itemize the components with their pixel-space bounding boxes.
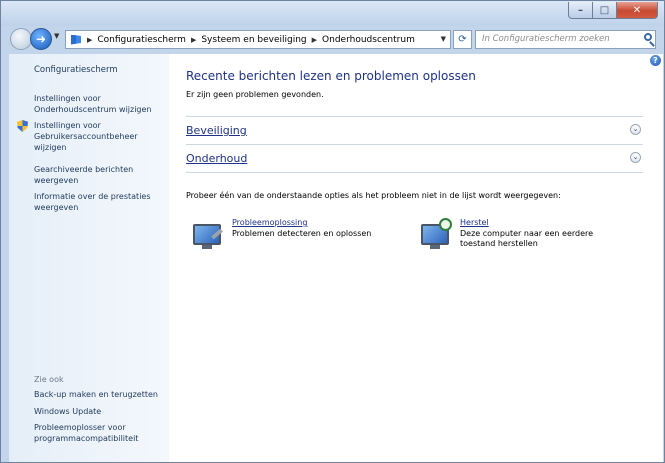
see-also-windows-update[interactable]: Windows Update	[34, 406, 164, 417]
close-button[interactable]: ✕	[617, 2, 658, 19]
troubleshooting-description: Problemen detecteren en oplossen	[232, 229, 372, 238]
chevron-right-icon[interactable]: ▶	[312, 36, 317, 44]
minimize-button[interactable]: –	[568, 2, 593, 19]
search-input[interactable]: In Configuratiescherm zoeken	[475, 30, 656, 49]
recent-pages-chevron-icon[interactable]: ▼	[54, 32, 59, 40]
maximize-button[interactable]: □	[593, 2, 617, 19]
back-button[interactable]	[10, 28, 32, 50]
see-also-heading: Zie ook	[34, 375, 64, 384]
section-maintenance[interactable]: Onderhoud ⌄	[186, 144, 643, 172]
section-maintenance-label[interactable]: Onderhoud	[186, 152, 247, 165]
content-area: Configuratiescherm Instellingen voor Ond…	[9, 54, 663, 462]
sidebar-link-archived-messages[interactable]: Gearchiveerde berichten weergeven	[34, 164, 164, 186]
chevron-right-icon[interactable]: ▶	[191, 36, 196, 44]
navigation-bar: ➜ ▼ ▶ Configuratiescherm ▶ Systeem en be…	[1, 26, 664, 52]
see-also-compatibility-troubleshooter[interactable]: Probleemoplosser voor programmacompatibi…	[34, 422, 164, 444]
recovery-icon	[419, 218, 453, 250]
page-title: Recente berichten lezen en problemen opl…	[186, 69, 476, 83]
troubleshooting-tool[interactable]: Probleemoplossing Problemen detecteren e…	[191, 218, 391, 258]
section-security[interactable]: Beveiliging ⌄	[186, 116, 643, 144]
help-icon[interactable]: ?	[650, 55, 661, 66]
sidebar: Configuratiescherm Instellingen voor Ond…	[9, 54, 169, 462]
options-prompt: Probeer één van de onderstaande opties a…	[186, 191, 561, 200]
main-panel: ? Recente berichten lezen en problemen o…	[169, 54, 663, 462]
recovery-tool[interactable]: Herstel Deze computer naar een eerdere t…	[419, 218, 619, 258]
section-security-label[interactable]: Beveiliging	[186, 124, 247, 137]
sidebar-link-action-center-settings[interactable]: Instellingen voor Onderhoudscentrum wijz…	[34, 93, 164, 115]
window: – □ ✕ ➜ ▼ ▶ Configuratiescherm ▶ Systeem…	[0, 0, 665, 463]
see-also-backup[interactable]: Back-up maken en terugzetten	[34, 389, 164, 400]
troubleshooting-link[interactable]: Probleemoplossing	[232, 218, 307, 227]
search-icon[interactable]	[644, 33, 652, 41]
breadcrumb-onderhoudscentrum[interactable]: Onderhoudscentrum	[322, 35, 415, 45]
control-panel-icon	[71, 34, 81, 45]
uac-shield-icon	[17, 120, 28, 132]
status-message: Er zijn geen problemen gevonden.	[186, 90, 324, 99]
breadcrumb-systeem-en-beveiliging[interactable]: Systeem en beveiliging	[201, 35, 306, 45]
sidebar-link-uac-settings[interactable]: Instellingen voor Gebruikersaccountbehee…	[34, 120, 164, 153]
forward-button[interactable]: ➜	[30, 28, 52, 50]
recovery-description: Deze computer naar een eerdere toestand …	[460, 229, 594, 248]
address-dropdown-icon[interactable]: ▼	[441, 35, 446, 43]
troubleshooting-icon	[191, 218, 225, 250]
refresh-button[interactable]: ⟳	[453, 30, 472, 49]
chevron-down-icon[interactable]: ⌄	[630, 124, 641, 135]
recovery-link[interactable]: Herstel	[460, 218, 489, 227]
chevron-right-icon[interactable]: ▶	[87, 36, 92, 44]
window-controls: – □ ✕	[568, 2, 658, 19]
breadcrumb-configuratiescherm[interactable]: Configuratiescherm	[97, 35, 186, 45]
sidebar-home-link[interactable]: Configuratiescherm	[34, 65, 118, 75]
address-bar[interactable]: ▶ Configuratiescherm ▶ Systeem en beveil…	[65, 30, 451, 49]
sidebar-link-performance-info[interactable]: Informatie over de prestaties weergeven	[34, 191, 164, 213]
chevron-down-icon[interactable]: ⌄	[630, 152, 641, 163]
search-placeholder: In Configuratiescherm zoeken	[482, 34, 610, 44]
title-bar[interactable]: – □ ✕	[1, 1, 664, 26]
section-divider	[186, 172, 643, 173]
